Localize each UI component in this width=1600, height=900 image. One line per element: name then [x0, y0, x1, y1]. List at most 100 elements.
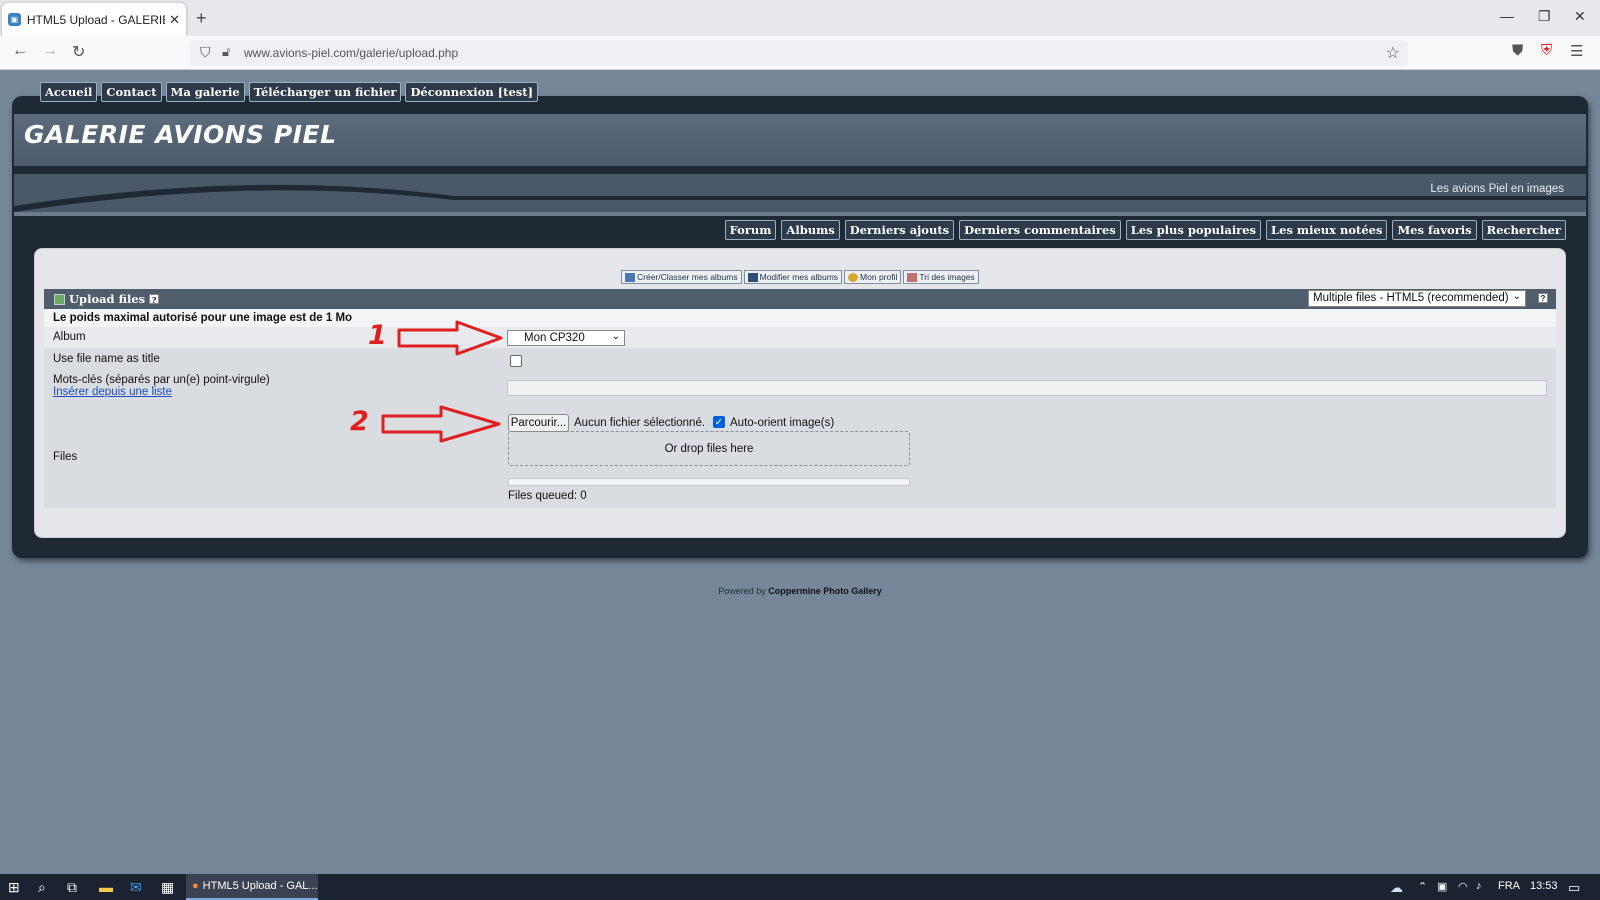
footer-prefix: Powered by	[718, 586, 766, 596]
forward-icon[interactable]: →	[42, 42, 58, 60]
files-queued: Files queued: 0	[508, 490, 587, 502]
sort-images-button[interactable]: Tri des images	[903, 270, 979, 284]
clock[interactable]: 13:53	[1530, 880, 1558, 892]
albums-icon	[625, 272, 635, 282]
nav-accueil[interactable]: Accueil	[40, 82, 98, 102]
back-icon[interactable]: ←	[12, 42, 28, 60]
language-indicator[interactable]: FRA	[1498, 880, 1520, 892]
bookmark-star-icon[interactable]: ☆	[1386, 43, 1400, 63]
search-icon[interactable]: ⌕	[38, 879, 46, 896]
nav-contact[interactable]: Contact	[101, 82, 162, 102]
edit-album-icon	[747, 272, 758, 282]
nav-plus-populaires[interactable]: Les plus populaires	[1125, 220, 1262, 240]
address-bar[interactable]: ⛉ 🔓︎ www.avions-piel.com/galerie/upload.…	[190, 40, 1408, 66]
network-icon[interactable]: ◠	[1458, 880, 1468, 893]
edit-albums-button[interactable]: Modifier mes albums	[743, 270, 843, 284]
chevron-down-icon: ⌄	[1512, 291, 1521, 302]
device-icon[interactable]: ▣	[1437, 880, 1447, 893]
menu-icon[interactable]: ☰	[1570, 42, 1583, 60]
upload-method-value: Multiple files - HTML5 (recommended)	[1313, 292, 1509, 304]
store-icon[interactable]: ▦	[161, 879, 174, 896]
notification-icon[interactable]: ▭	[1568, 880, 1580, 896]
tab-title: HTML5 Upload - GALERIE AVIONS PIEL	[26, 12, 166, 27]
upload-header: Upload files ? Multiple files - HTML5 (r…	[44, 289, 1556, 309]
nav-albums[interactable]: Albums	[781, 220, 840, 240]
drop-zone[interactable]: Or drop files here	[508, 431, 910, 466]
upload-progress-bar	[508, 478, 910, 486]
shield-icon[interactable]: ⛉	[200, 44, 211, 61]
chevron-down-icon: ⌄	[611, 331, 620, 342]
album-row: Album	[44, 327, 1556, 348]
onedrive-icon[interactable]: ☁	[1390, 880, 1403, 896]
files-label: Files	[53, 451, 78, 463]
album-select[interactable]: Mon CP320 ⌄	[507, 330, 625, 346]
footer: Powered by Coppermine Photo Gallery	[0, 586, 1600, 596]
nav-deconnexion[interactable]: Déconnexion [test]	[405, 82, 539, 102]
album-label: Album	[53, 331, 86, 343]
annotation-arrow-2	[381, 405, 501, 443]
use-filename-label: Use file name as title	[53, 353, 160, 365]
upload-method-select[interactable]: Multiple files - HTML5 (recommended) ⌄	[1308, 290, 1526, 307]
my-profile-button[interactable]: Mon profil	[844, 270, 902, 284]
volume-icon[interactable]: ♪	[1476, 880, 1482, 892]
windows-start-icon[interactable]: ⊞	[8, 879, 20, 896]
browser-tab[interactable]: ▣ HTML5 Upload - GALERIE AVIONS PIEL ✕	[2, 3, 186, 36]
create-albums-button[interactable]: Créer/Classer mes albums	[621, 270, 742, 284]
upload-icon	[54, 293, 65, 305]
max-size-row: Le poids maximal autorisé pour une image…	[44, 309, 1556, 327]
browse-button[interactable]: Parcourir...	[508, 414, 569, 432]
taskbar-app-label: HTML5 Upload - GAL...	[202, 880, 318, 892]
annotation-arrow-1	[397, 320, 503, 356]
task-view-icon[interactable]: ⧉	[67, 879, 77, 896]
top-nav: Accueil Contact Ma galerie Télécharger u…	[40, 82, 539, 102]
header-wave	[14, 174, 1586, 216]
nav-derniers-ajouts[interactable]: Derniers ajouts	[844, 220, 955, 240]
tab-favicon-icon: ▣	[8, 13, 21, 26]
keywords-list-link[interactable]: Insérer depuis une liste	[53, 386, 172, 398]
taskbar: ⊞ ⌕ ⧉ ▬ ✉ ▦ ● HTML5 Upload - GAL... ☁ ⌃ …	[0, 874, 1600, 900]
pocket-icon[interactable]: ⛊	[1512, 42, 1523, 59]
nav-derniers-commentaires[interactable]: Derniers commentaires	[959, 220, 1121, 240]
nav-mieux-notees[interactable]: Les mieux notées	[1266, 220, 1388, 240]
restore-icon[interactable]: ❐	[1538, 8, 1551, 25]
sub-nav: Forum Albums Derniers ajouts Derniers co…	[724, 220, 1566, 240]
footer-link[interactable]: Coppermine Photo Gallery	[768, 586, 882, 596]
browser-nav-bar: ← → ↻ ⛉ 🔓︎ www.avions-piel.com/galerie/u…	[0, 36, 1600, 70]
nav-forum[interactable]: Forum	[724, 220, 777, 240]
tray-chevron-icon[interactable]: ⌃	[1418, 880, 1427, 893]
auto-orient-checkbox[interactable]: ✓	[713, 416, 725, 428]
sort-icon	[907, 272, 918, 282]
close-tab-icon[interactable]: ✕	[169, 12, 180, 28]
method-help-icon[interactable]: ?	[1538, 293, 1548, 303]
taskbar-firefox-app[interactable]: ● HTML5 Upload - GAL...	[186, 874, 318, 900]
browser-tab-bar: ▣ HTML5 Upload - GALERIE AVIONS PIEL ✕ +…	[0, 0, 1600, 36]
sort-images-label: Tri des images	[919, 272, 975, 282]
edit-albums-label: Modifier mes albums	[759, 272, 839, 282]
my-profile-label: Mon profil	[860, 272, 898, 282]
extension-shield-icon[interactable]: ⛨	[1541, 42, 1552, 59]
reload-icon[interactable]: ↻	[72, 42, 85, 62]
filename-title-row: Use file name as title	[44, 348, 1556, 370]
lock-icon[interactable]: 🔓︎	[222, 44, 230, 60]
url-text[interactable]: www.avions-piel.com/galerie/upload.php	[244, 46, 458, 60]
site-tagline: Les avions Piel en images	[1430, 183, 1564, 195]
no-file-text: Aucun fichier sélectionné.	[574, 417, 706, 429]
keywords-input[interactable]	[507, 380, 1547, 396]
create-albums-label: Créer/Classer mes albums	[637, 272, 738, 282]
mail-icon[interactable]: ✉	[130, 879, 142, 896]
nav-telecharger[interactable]: Télécharger un fichier	[248, 82, 402, 102]
close-window-icon[interactable]: ✕	[1574, 8, 1586, 25]
keywords-label: Mots-clés (séparés par un(e) point-virgu…	[53, 374, 270, 386]
nav-mes-favoris[interactable]: Mes favoris	[1392, 220, 1477, 240]
help-icon[interactable]: ?	[149, 294, 160, 305]
annotation-number-2: 2	[350, 406, 369, 437]
minimize-icon[interactable]: —	[1500, 8, 1514, 24]
new-tab-icon[interactable]: +	[196, 8, 207, 29]
firefox-icon: ●	[192, 880, 199, 892]
nav-ma-galerie[interactable]: Ma galerie	[165, 82, 245, 102]
file-explorer-icon[interactable]: ▬	[99, 879, 113, 895]
album-select-value: Mon CP320	[524, 332, 585, 344]
use-filename-checkbox[interactable]	[510, 355, 522, 367]
max-size-notice: Le poids maximal autorisé pour une image…	[53, 312, 353, 324]
nav-rechercher[interactable]: Rechercher	[1481, 220, 1566, 240]
